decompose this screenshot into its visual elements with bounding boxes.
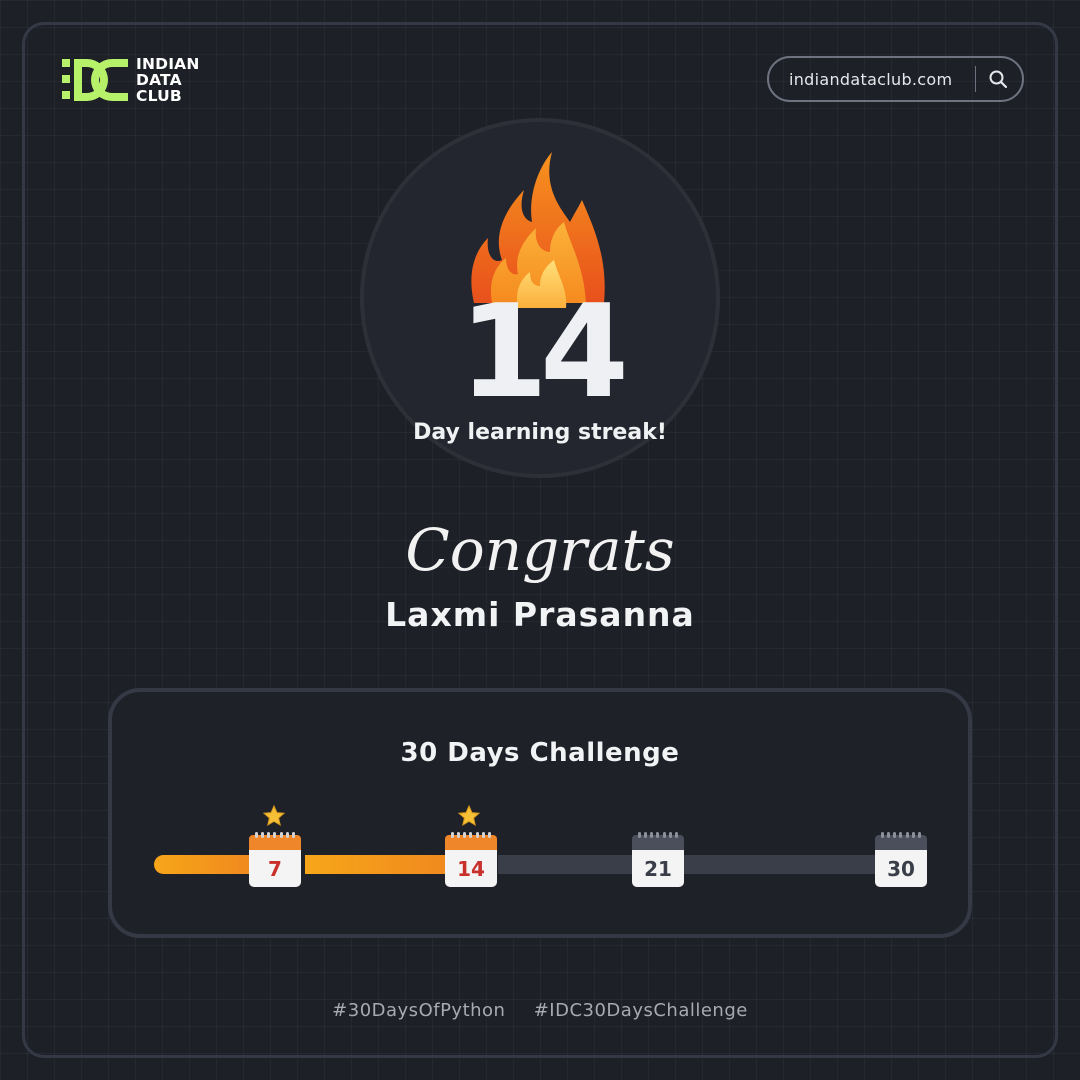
- idc-logo-icon: [62, 59, 128, 101]
- logo-line: INDIAN: [136, 55, 200, 73]
- logo-line: DATA: [136, 71, 182, 89]
- user-name: Laxmi Prasanna: [385, 595, 695, 634]
- challenge-title: 30 Days Challenge: [400, 738, 680, 768]
- milestone-day-30[interactable]: 30: [875, 832, 927, 887]
- congrats-heading: Congrats: [405, 516, 675, 584]
- milestone-day: 21: [632, 850, 684, 887]
- idc-logo[interactable]: INDIAN DATA CLUB: [60, 55, 200, 105]
- hashtags: #30DaysOfPython #IDC30DaysChallenge: [0, 1000, 1080, 1021]
- logo-line: CLUB: [136, 87, 182, 105]
- calendar-rings: [881, 832, 921, 838]
- milestone-day-21[interactable]: 21: [632, 832, 684, 887]
- progress-bar-done: [305, 855, 445, 874]
- milestone-day-14[interactable]: 14: [445, 832, 497, 887]
- website-url[interactable]: indiandataclub.com: [769, 70, 975, 89]
- star-icon: [262, 804, 286, 827]
- hashtag[interactable]: #IDC30DaysChallenge: [534, 1000, 748, 1021]
- progress-bar-remaining: [498, 855, 634, 874]
- streak-count: 14: [458, 278, 629, 427]
- search-icon[interactable]: [976, 58, 1020, 100]
- milestone-day-7[interactable]: 7: [249, 832, 301, 887]
- url-pill[interactable]: indiandataclub.com: [767, 56, 1024, 102]
- calendar-rings: [255, 832, 295, 838]
- progress-bar-remaining: [684, 855, 880, 874]
- milestone-day: 30: [875, 850, 927, 887]
- hashtag[interactable]: #30DaysOfPython: [332, 1000, 505, 1021]
- streak-label: Day learning streak!: [413, 420, 667, 445]
- calendar-rings: [451, 832, 491, 838]
- logo-wordmark: INDIAN DATA CLUB: [136, 56, 200, 104]
- progress-bar-done: [154, 855, 249, 874]
- milestone-day: 7: [249, 850, 301, 887]
- challenge-card: 30 Days Challenge 7 14 21 30: [108, 688, 972, 938]
- calendar-rings: [638, 832, 678, 838]
- milestone-day: 14: [445, 850, 497, 887]
- star-icon: [457, 804, 481, 827]
